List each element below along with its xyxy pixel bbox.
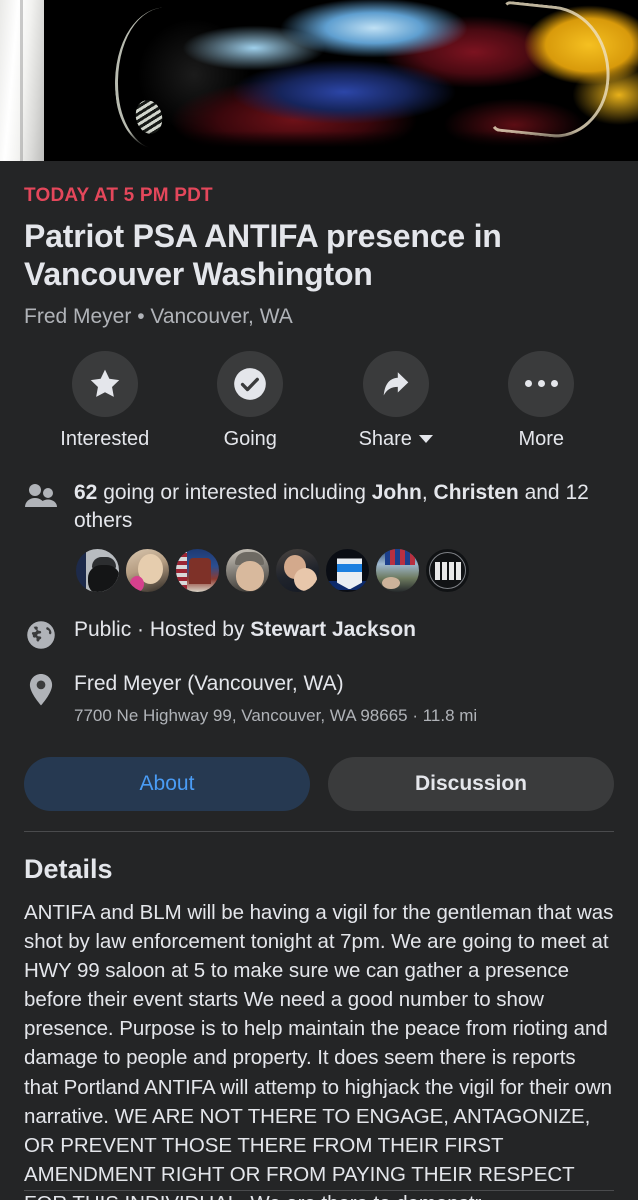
avatar[interactable] (224, 547, 271, 595)
more-button-label: More (518, 427, 565, 450)
share-button-text: Share (358, 427, 412, 450)
attendees-section[interactable]: 62 going or interested including John, C… (24, 479, 614, 595)
chevron-down-icon (418, 435, 433, 444)
location-pin-icon (29, 674, 53, 706)
cover-photo-edge-strip (0, 0, 44, 161)
host-name: Stewart Jackson (250, 618, 416, 642)
cover-photo[interactable] (0, 0, 638, 161)
event-page: TODAY AT 5 PM PDT Patriot PSA ANTIFA pre… (0, 0, 638, 1200)
people-icon (25, 483, 57, 507)
details-heading: Details (24, 853, 113, 884)
ellipsis-icon (524, 380, 558, 388)
event-content: TODAY AT 5 PM PDT Patriot PSA ANTIFA pre… (0, 185, 638, 1200)
avatar[interactable] (274, 547, 321, 595)
event-venue-subtitle: Fred Meyer • Vancouver, WA (24, 304, 293, 328)
avatar[interactable] (374, 547, 421, 595)
attendees-summary-row: 62 going or interested including John, C… (24, 479, 614, 536)
attendee-friend-1: John (371, 480, 422, 504)
interested-button-label: Interested (60, 427, 150, 450)
going-button[interactable]: Going (178, 350, 324, 451)
event-action-bar: Interested Going Share More (24, 350, 615, 451)
location-row[interactable]: Fred Meyer (Vancouver, WA) 7700 Ne Highw… (24, 670, 614, 726)
avatar[interactable] (124, 547, 171, 595)
attendees-icon-wrap (24, 479, 58, 509)
attendees-count: 62 (74, 480, 98, 504)
share-button-circle (362, 350, 429, 417)
share-button-label: Share (359, 428, 433, 451)
privacy-label: Public · Hosted by (74, 618, 251, 642)
avatar[interactable] (324, 547, 371, 595)
globe-icon (27, 621, 55, 650)
attendees-text-before: going or interested including (97, 480, 372, 504)
attendees-separator: , (421, 480, 434, 504)
privacy-host-text: Public · Hosted by Stewart Jackson (74, 616, 416, 643)
attendees-summary-text: 62 going or interested including John, C… (74, 479, 614, 536)
interested-button-circle (71, 350, 138, 417)
section-divider-bottom (24, 1190, 614, 1191)
location-name: Fred Meyer (Vancouver, WA) (74, 672, 344, 696)
avatar[interactable] (424, 547, 471, 595)
details-body-text[interactable]: ANTIFA and BLM will be having a vigil fo… (24, 898, 614, 1200)
more-button-circle (508, 350, 575, 417)
location-text-group: Fred Meyer (Vancouver, WA) 7700 Ne Highw… (74, 670, 477, 726)
going-button-label: Going (223, 427, 277, 450)
check-circle-icon (234, 367, 267, 400)
tabs-divider (24, 830, 614, 832)
privacy-icon-wrap (24, 616, 58, 650)
star-icon (90, 369, 119, 397)
event-title: Patriot PSA ANTIFA presence in Vancouver… (24, 218, 502, 293)
location-icon-wrap (24, 670, 58, 706)
privacy-host-row[interactable]: Public · Hosted by Stewart Jackson (24, 616, 614, 650)
interested-button[interactable]: Interested (32, 350, 178, 451)
avatar[interactable] (74, 547, 121, 595)
more-button[interactable]: More (469, 350, 615, 451)
event-date: TODAY AT 5 PM PDT (24, 185, 213, 206)
tab-discussion[interactable]: Discussion (328, 756, 614, 811)
avatar[interactable] (174, 547, 221, 595)
share-arrow-icon (383, 372, 409, 396)
going-button-circle (217, 350, 284, 417)
share-button[interactable]: Share (323, 350, 469, 451)
attendee-friend-2: Christen (433, 480, 519, 504)
location-address: 7700 Ne Highway 99, Vancouver, WA 98665 … (74, 705, 478, 725)
cover-photo-vignette (44, 131, 638, 161)
event-tab-bar: About Discussion (24, 756, 614, 811)
tab-about[interactable]: About (24, 756, 310, 811)
attendee-avatar-row[interactable] (74, 547, 614, 595)
